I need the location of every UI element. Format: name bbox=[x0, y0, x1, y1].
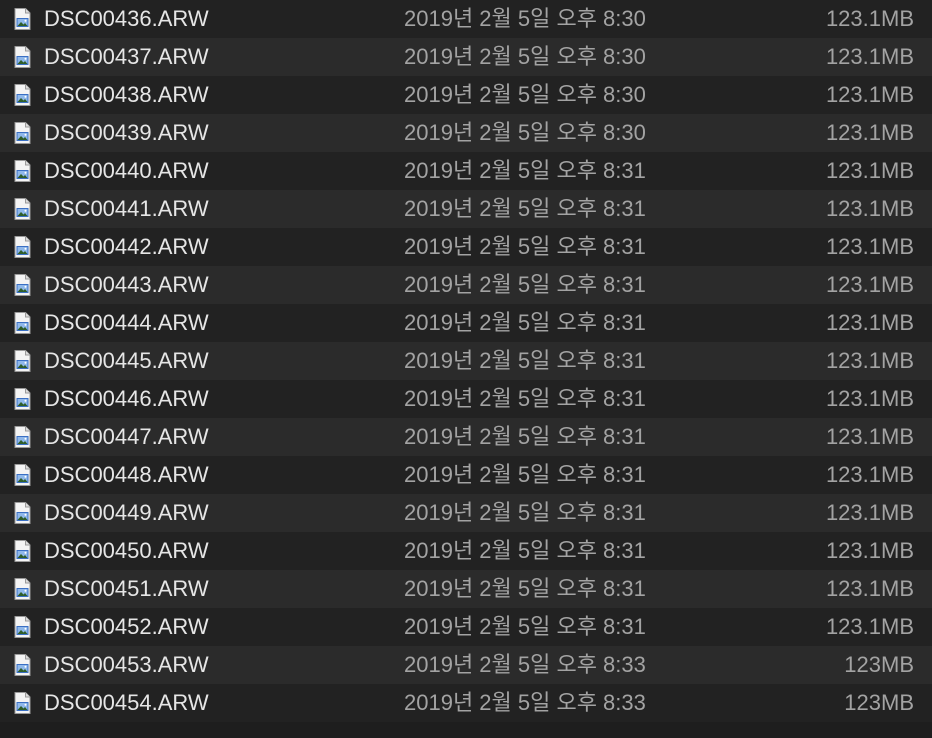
file-size: 123.1MB bbox=[825, 196, 914, 221]
file-name: DSC00443.ARW bbox=[44, 272, 209, 297]
file-size: 123.1MB bbox=[825, 234, 914, 259]
file-modified-date: 2019년 2월 5일 오후 8:31 bbox=[404, 462, 646, 487]
file-name: DSC00452.ARW bbox=[44, 614, 209, 639]
file-size: 123MB bbox=[844, 690, 914, 715]
file-row[interactable]: DSC00445.ARW 2019년 2월 5일 오후 8:31 123.1MB bbox=[0, 342, 932, 380]
file-row[interactable]: DSC00442.ARW 2019년 2월 5일 오후 8:31 123.1MB bbox=[0, 228, 932, 266]
file-row[interactable]: DSC00443.ARW 2019년 2월 5일 오후 8:31 123.1MB bbox=[0, 266, 932, 304]
file-size: 123.1MB bbox=[825, 44, 914, 69]
raw-image-file-icon bbox=[14, 160, 31, 182]
file-modified-date: 2019년 2월 5일 오후 8:31 bbox=[404, 500, 646, 525]
file-size: 123.1MB bbox=[825, 576, 914, 601]
file-row[interactable]: DSC00440.ARW 2019년 2월 5일 오후 8:31 123.1MB bbox=[0, 152, 932, 190]
file-row[interactable]: DSC00453.ARW 2019년 2월 5일 오후 8:33 123MB bbox=[0, 646, 932, 684]
file-name: DSC00447.ARW bbox=[44, 424, 209, 449]
file-modified-date: 2019년 2월 5일 오후 8:31 bbox=[404, 386, 646, 411]
raw-image-file-icon bbox=[14, 274, 31, 296]
file-modified-date: 2019년 2월 5일 오후 8:31 bbox=[404, 158, 646, 183]
file-size: 123.1MB bbox=[825, 538, 914, 563]
file-modified-date: 2019년 2월 5일 오후 8:33 bbox=[404, 652, 646, 677]
raw-image-file-icon bbox=[14, 8, 31, 30]
file-modified-date: 2019년 2월 5일 오후 8:30 bbox=[404, 6, 646, 31]
raw-image-file-icon bbox=[14, 540, 31, 562]
file-row[interactable]: DSC00449.ARW 2019년 2월 5일 오후 8:31 123.1MB bbox=[0, 494, 932, 532]
file-modified-date: 2019년 2월 5일 오후 8:31 bbox=[404, 272, 646, 297]
file-modified-date: 2019년 2월 5일 오후 8:30 bbox=[404, 44, 646, 69]
file-name: DSC00440.ARW bbox=[44, 158, 209, 183]
file-modified-date: 2019년 2월 5일 오후 8:31 bbox=[404, 614, 646, 639]
file-name: DSC00453.ARW bbox=[44, 652, 209, 677]
file-row[interactable]: DSC00436.ARW 2019년 2월 5일 오후 8:30 123.1MB bbox=[0, 0, 932, 38]
file-size: 123.1MB bbox=[825, 82, 914, 107]
raw-image-file-icon bbox=[14, 388, 31, 410]
file-row[interactable]: DSC00439.ARW 2019년 2월 5일 오후 8:30 123.1MB bbox=[0, 114, 932, 152]
file-name: DSC00441.ARW bbox=[44, 196, 209, 221]
file-size: 123.1MB bbox=[825, 272, 914, 297]
file-modified-date: 2019년 2월 5일 오후 8:31 bbox=[404, 234, 646, 259]
file-size: 123.1MB bbox=[825, 158, 914, 183]
file-size: 123.1MB bbox=[825, 424, 914, 449]
file-size: 123.1MB bbox=[825, 462, 914, 487]
file-name: DSC00451.ARW bbox=[44, 576, 209, 601]
file-name: DSC00442.ARW bbox=[44, 234, 209, 259]
file-modified-date: 2019년 2월 5일 오후 8:30 bbox=[404, 82, 646, 107]
file-modified-date: 2019년 2월 5일 오후 8:31 bbox=[404, 576, 646, 601]
file-list: DSC00436.ARW 2019년 2월 5일 오후 8:30 123.1MB… bbox=[0, 0, 932, 738]
file-row[interactable]: DSC00451.ARW 2019년 2월 5일 오후 8:31 123.1MB bbox=[0, 570, 932, 608]
raw-image-file-icon bbox=[14, 84, 31, 106]
file-modified-date: 2019년 2월 5일 오후 8:33 bbox=[404, 690, 646, 715]
file-name: DSC00450.ARW bbox=[44, 538, 209, 563]
raw-image-file-icon bbox=[14, 46, 31, 68]
file-size: 123.1MB bbox=[825, 386, 914, 411]
file-modified-date: 2019년 2월 5일 오후 8:30 bbox=[404, 120, 646, 145]
file-name: DSC00436.ARW bbox=[44, 6, 209, 31]
file-row[interactable]: DSC00454.ARW 2019년 2월 5일 오후 8:33 123MB bbox=[0, 684, 932, 722]
file-name: DSC00438.ARW bbox=[44, 82, 209, 107]
raw-image-file-icon bbox=[14, 350, 31, 372]
file-row[interactable]: DSC00441.ARW 2019년 2월 5일 오후 8:31 123.1MB bbox=[0, 190, 932, 228]
file-size: 123.1MB bbox=[825, 310, 914, 335]
raw-image-file-icon bbox=[14, 464, 31, 486]
raw-image-file-icon bbox=[14, 502, 31, 524]
raw-image-file-icon bbox=[14, 654, 31, 676]
file-name: DSC00437.ARW bbox=[44, 44, 209, 69]
file-row[interactable]: DSC00448.ARW 2019년 2월 5일 오후 8:31 123.1MB bbox=[0, 456, 932, 494]
file-size: 123.1MB bbox=[825, 348, 914, 373]
file-modified-date: 2019년 2월 5일 오후 8:31 bbox=[404, 196, 646, 221]
file-name: DSC00446.ARW bbox=[44, 386, 209, 411]
raw-image-file-icon bbox=[14, 312, 31, 334]
raw-image-file-icon bbox=[14, 616, 31, 638]
file-row[interactable]: DSC00438.ARW 2019년 2월 5일 오후 8:30 123.1MB bbox=[0, 76, 932, 114]
file-name: DSC00448.ARW bbox=[44, 462, 209, 487]
file-row[interactable]: DSC00444.ARW 2019년 2월 5일 오후 8:31 123.1MB bbox=[0, 304, 932, 342]
file-row[interactable]: DSC00437.ARW 2019년 2월 5일 오후 8:30 123.1MB bbox=[0, 38, 932, 76]
file-size: 123.1MB bbox=[825, 6, 914, 31]
file-modified-date: 2019년 2월 5일 오후 8:31 bbox=[404, 310, 646, 335]
file-modified-date: 2019년 2월 5일 오후 8:31 bbox=[404, 348, 646, 373]
file-name: DSC00449.ARW bbox=[44, 500, 209, 525]
file-size: 123MB bbox=[844, 652, 914, 677]
file-size: 123.1MB bbox=[825, 614, 914, 639]
raw-image-file-icon bbox=[14, 122, 31, 144]
file-name: DSC00454.ARW bbox=[44, 690, 209, 715]
file-row[interactable]: DSC00446.ARW 2019년 2월 5일 오후 8:31 123.1MB bbox=[0, 380, 932, 418]
file-name: DSC00445.ARW bbox=[44, 348, 209, 373]
file-size: 123.1MB bbox=[825, 500, 914, 525]
raw-image-file-icon bbox=[14, 692, 31, 714]
file-row[interactable]: DSC00452.ARW 2019년 2월 5일 오후 8:31 123.1MB bbox=[0, 608, 932, 646]
file-name: DSC00439.ARW bbox=[44, 120, 209, 145]
file-row[interactable]: DSC00447.ARW 2019년 2월 5일 오후 8:31 123.1MB bbox=[0, 418, 932, 456]
file-modified-date: 2019년 2월 5일 오후 8:31 bbox=[404, 538, 646, 563]
file-name: DSC00444.ARW bbox=[44, 310, 209, 335]
raw-image-file-icon bbox=[14, 426, 31, 448]
raw-image-file-icon bbox=[14, 578, 31, 600]
file-row[interactable]: DSC00450.ARW 2019년 2월 5일 오후 8:31 123.1MB bbox=[0, 532, 932, 570]
raw-image-file-icon bbox=[14, 198, 31, 220]
raw-image-file-icon bbox=[14, 236, 31, 258]
file-size: 123.1MB bbox=[825, 120, 914, 145]
file-modified-date: 2019년 2월 5일 오후 8:31 bbox=[404, 424, 646, 449]
